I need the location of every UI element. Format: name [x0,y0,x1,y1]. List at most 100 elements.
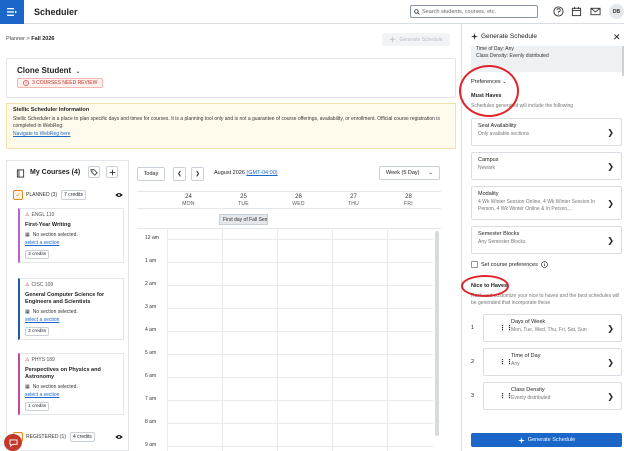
chat-button[interactable] [4,434,22,451]
generate-schedule-label: Generate Schedule [527,437,576,443]
search-box[interactable] [410,5,538,18]
calendar-icon[interactable] [570,5,583,18]
must-have-modality[interactable]: Modality 4 Wk Winter Session Online, 4 W… [471,186,622,220]
eye-icon[interactable] [115,434,123,440]
info-body: Stellic Scheduler is a place to plan spe… [13,116,440,129]
chevron-right-icon: ❯ [607,162,614,171]
drag-handle-icon[interactable]: ⋮⋮ [499,358,513,366]
day-number: 25 [240,194,247,200]
course-credits: 3 credits [25,250,50,259]
course-name: Perspectives on Physics and Astronomy [25,367,101,380]
summary-line: Class Density: Evenly distributed [476,53,549,59]
review-badge[interactable]: 3 COURSES NEED REVIEW [17,78,104,88]
courses-title: My Courses (4) [30,169,81,176]
view-select[interactable]: Week (5 Day) ⌄ [379,166,440,180]
day-number: 28 [405,194,412,200]
menu-icon[interactable] [0,0,24,24]
mail-icon[interactable] [589,5,602,18]
planned-credits: 7 credits [61,190,87,200]
nice-to-have-class-density[interactable]: ⋮⋮ Class Density Evenly distributed ❯ [483,382,622,410]
nice-rank: 1 [471,325,475,331]
eye-icon[interactable] [115,192,123,198]
pref-subtitle: Only available sections [478,131,530,137]
all-day-event[interactable]: First day of Fall Semester [219,214,268,225]
day-header[interactable]: 28 FRI [381,194,436,207]
search-icon [414,8,420,15]
set-course-preferences-checkbox[interactable] [471,261,478,268]
book-icon [16,169,25,178]
course-section-text: No section selected. [32,232,78,238]
set-course-preferences[interactable]: Set course preferences [471,261,548,268]
course-card[interactable]: ⚠ ENGL 110 First-Year Writing ▦ No section… [18,208,124,263]
webreg-link[interactable]: Navigate to WebReg here [13,131,449,137]
must-have-campus[interactable]: Campus Newark ❯ [471,152,622,180]
day-header[interactable]: 27 THU [326,194,381,207]
day-name: THU [347,201,360,207]
day-name: FRI [404,201,413,207]
pref-title: Seat Availability [478,123,517,129]
breadcrumb-root[interactable]: Planner [6,36,25,42]
tag-button[interactable] [88,166,100,178]
calendar-grid[interactable]: 12 am 1 am 2 am 3 am 4 am 5 am 6 am 7 am… [137,229,441,451]
alert-icon [23,80,29,86]
nice-rank: 2 [471,359,475,365]
next-week-button[interactable]: ❯ [191,167,204,181]
alert-icon: ⚠ [25,282,30,288]
set-course-preferences-label: Set course preferences [481,261,538,268]
hour-label: 1 am [145,258,157,264]
chevron-right-icon: ❯ [607,324,614,333]
course-card[interactable]: ⚠ CISC 109 General Computer Science for E… [18,278,124,340]
calendar-scrollbar[interactable] [435,231,439,436]
day-header[interactable]: 26 WED [271,194,326,207]
hour-label: 4 am [145,327,157,333]
student-name: Clone Student [17,66,72,75]
close-icon[interactable]: ✕ [613,32,621,43]
prev-week-button[interactable]: ❮ [173,167,186,181]
chevron-down-icon: ⌄ [428,170,433,176]
planned-checkbox[interactable]: ✓ [13,190,23,200]
registered-group-header[interactable]: ✓ REGISTERED (1) 4 credits [13,431,125,443]
planned-group-header[interactable]: ✓ PLANNED (3) 7 credits [13,189,125,201]
pref-subtitle: Any [511,361,520,367]
nice-to-have-days-of-week[interactable]: ⋮⋮ Days of Week Mon, Tue, Wed, Thu, Fri,… [483,314,622,342]
select-section-link[interactable]: select a section [25,317,118,323]
hour-line [167,377,433,378]
pref-title: Semester Blocks [478,231,520,237]
hour-label: 5 am [145,350,157,356]
timezone-link[interactable]: (GMT-04:00) [246,170,277,176]
generate-schedule-button[interactable]: Generate Schedule [471,433,622,447]
must-have-semester-blocks[interactable]: Semester Blocks Any Semester Blocks ❯ [471,226,622,254]
info-icon[interactable] [541,261,548,268]
pref-subtitle: Any Semester Blocks [478,239,526,245]
hour-line [167,308,433,309]
today-button[interactable]: Today [137,167,165,181]
select-section-link[interactable]: select a section [25,392,118,398]
student-selector[interactable]: Clone Student ⌄ [17,66,80,75]
preferences-toggle[interactable]: Preferences ⌄ [471,79,507,85]
day-header[interactable]: 25 TUE [216,194,271,207]
course-code: ⚠ PHYS 189 [25,357,118,363]
course-card[interactable]: ⚠ PHYS 189 Perspectives on Physics and As… [18,353,124,415]
nice-to-have-time-of-day[interactable]: ⋮⋮ Time of Day Any ❯ [483,348,622,376]
hour-line [167,262,433,263]
add-course-button[interactable] [106,166,118,178]
course-section: ▦ No section selected. [25,309,118,315]
day-header[interactable]: 24 MON [161,194,216,207]
search-input[interactable] [422,8,532,15]
hour-line [167,354,433,355]
help-icon[interactable] [552,5,565,18]
chevron-left-icon: ❮ [177,171,182,177]
chevron-right-icon: ❯ [607,199,614,208]
hour-label: 8 am [145,419,157,425]
drag-handle-icon[interactable]: ⋮⋮ [499,392,513,400]
avatar[interactable]: DB [609,4,624,19]
select-section-link[interactable]: select a section [25,240,118,246]
must-haves-title: Must Haves [471,93,502,99]
must-have-seat-availability[interactable]: Seat Availability Only available section… [471,118,622,146]
planned-label: PLANNED (3) [26,192,58,198]
course-section-text: No section selected. [32,309,78,315]
registered-label: REGISTERED (1) [26,434,67,440]
course-section: ▦ No section selected. [25,384,118,390]
drag-handle-icon[interactable]: ⋮⋮ [499,324,513,332]
sparkle-icon [517,436,525,444]
